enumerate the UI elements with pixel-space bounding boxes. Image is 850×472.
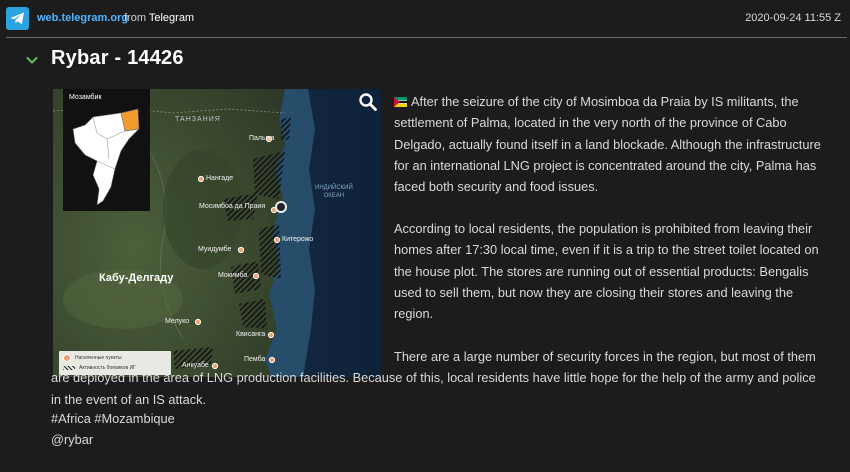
post-paragraph-1: After the seizure of the city of Mosimbo… — [394, 91, 824, 197]
inset-title: Мозамбик — [69, 94, 102, 101]
post-title: Rybar - 14426 — [51, 47, 184, 69]
town-label: Мосимбоа да Праия — [199, 203, 266, 210]
ocean-label: ИНДИЙСКИЙ ОКЕАН — [315, 184, 353, 200]
from-prefix: from — [124, 12, 146, 24]
town-label: Китерожо — [282, 236, 314, 243]
hashtags[interactable]: #Africa #Mozambique — [51, 411, 175, 426]
town-marker-icon — [197, 175, 205, 183]
town-marker-icon — [267, 331, 275, 339]
region-label: Кабу-Делгаду — [99, 272, 174, 284]
town-label: Пальма — [249, 135, 275, 142]
mozambique-outline — [72, 108, 140, 206]
source-link[interactable]: web.telegram.org — [37, 12, 128, 24]
inset-map: Мозамбик — [63, 89, 150, 211]
town-marker-icon — [273, 236, 281, 244]
town-label: Мелуко — [165, 318, 190, 325]
telegram-icon[interactable] — [6, 7, 29, 30]
source-name[interactable]: Telegram — [149, 12, 194, 24]
message-header: web.telegram.org from Telegram 2020-09-2… — [0, 0, 850, 38]
map-image[interactable]: ТАНЗАНИЯ ИНДИЙСКИЙ ОКЕАН Кабу-Делгаду Пал… — [53, 89, 381, 377]
ocean-label-line2: ОКЕАН — [323, 193, 345, 199]
post-paragraph-3: There are a large number of security for… — [51, 349, 816, 407]
signature[interactable]: @rybar — [51, 432, 93, 447]
town-label: Мокимба — [218, 272, 248, 279]
country-label: ТАНЗАНИЯ — [175, 116, 221, 123]
town-label: Нангаде — [206, 175, 234, 182]
town-label: Квисанга — [236, 331, 266, 338]
chevron-down-icon[interactable] — [25, 53, 39, 67]
post-paragraph-2: According to local residents, the popula… — [394, 221, 819, 322]
town-marker-icon — [237, 246, 245, 254]
ship-icon — [275, 201, 287, 213]
search-icon[interactable] — [358, 92, 378, 112]
source-from: from Telegram — [124, 12, 194, 24]
paragraph-text: After the seizure of the city of Mosimbo… — [394, 94, 821, 195]
timestamp: 2020-09-24 11:55 Z — [745, 12, 841, 24]
town-label: Муидумбе — [198, 246, 232, 253]
header-divider — [6, 37, 847, 38]
ocean-label-line1: ИНДИЙСКИЙ — [315, 185, 353, 191]
mozambique-flag-icon — [394, 97, 407, 107]
town-marker-icon — [194, 318, 202, 326]
town-marker-icon — [252, 272, 260, 280]
